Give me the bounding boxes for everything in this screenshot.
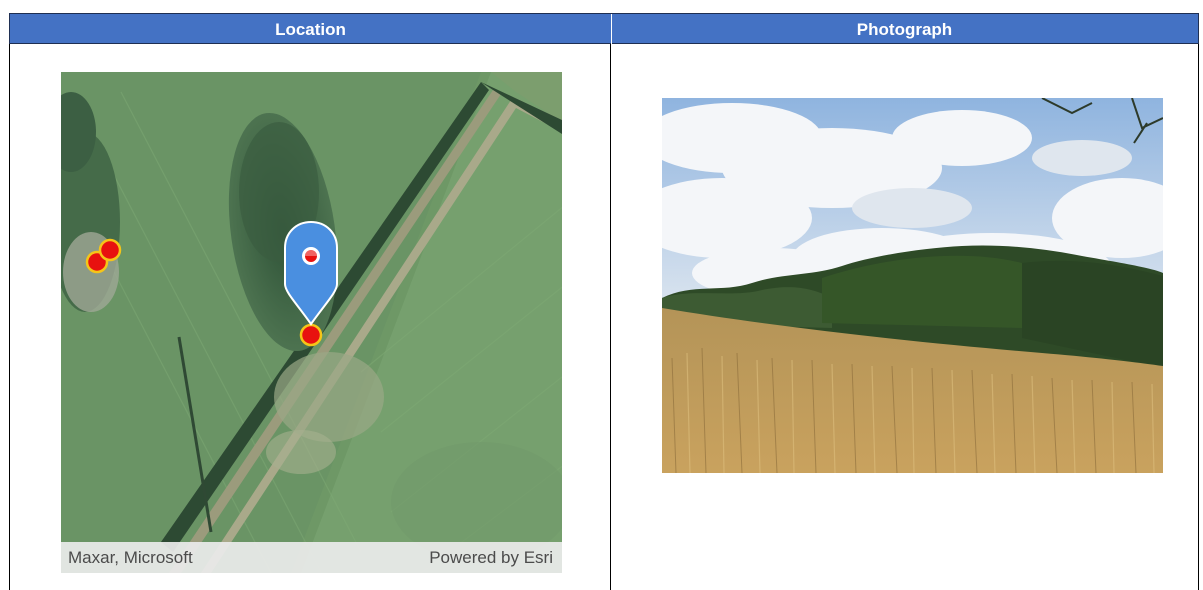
photograph-column-header: Photograph bbox=[856, 20, 953, 39]
location-map[interactable]: Maxar, Microsoft Powered by Esri bbox=[61, 72, 562, 573]
satellite-imagery bbox=[61, 72, 562, 573]
selected-point-marker[interactable] bbox=[299, 323, 323, 347]
table-right-border bbox=[1198, 44, 1199, 590]
map-attribution-source: Maxar, Microsoft bbox=[68, 548, 193, 567]
observation-point-marker[interactable] bbox=[98, 238, 122, 262]
map-attribution-bar: Maxar, Microsoft Powered by Esri bbox=[61, 542, 562, 573]
table-middle-border bbox=[610, 44, 611, 590]
site-photograph bbox=[662, 98, 1163, 473]
table-left-border bbox=[9, 44, 10, 590]
location-photo-table: Location Photograph Maxar, Microsoft Pow… bbox=[9, 13, 1199, 590]
esri-powered-by-link[interactable]: Powered by Esri bbox=[429, 548, 553, 568]
table-header-row: Location Photograph bbox=[9, 13, 1199, 45]
wheat-field-photo bbox=[662, 98, 1163, 473]
location-column-header: Location bbox=[275, 20, 346, 39]
